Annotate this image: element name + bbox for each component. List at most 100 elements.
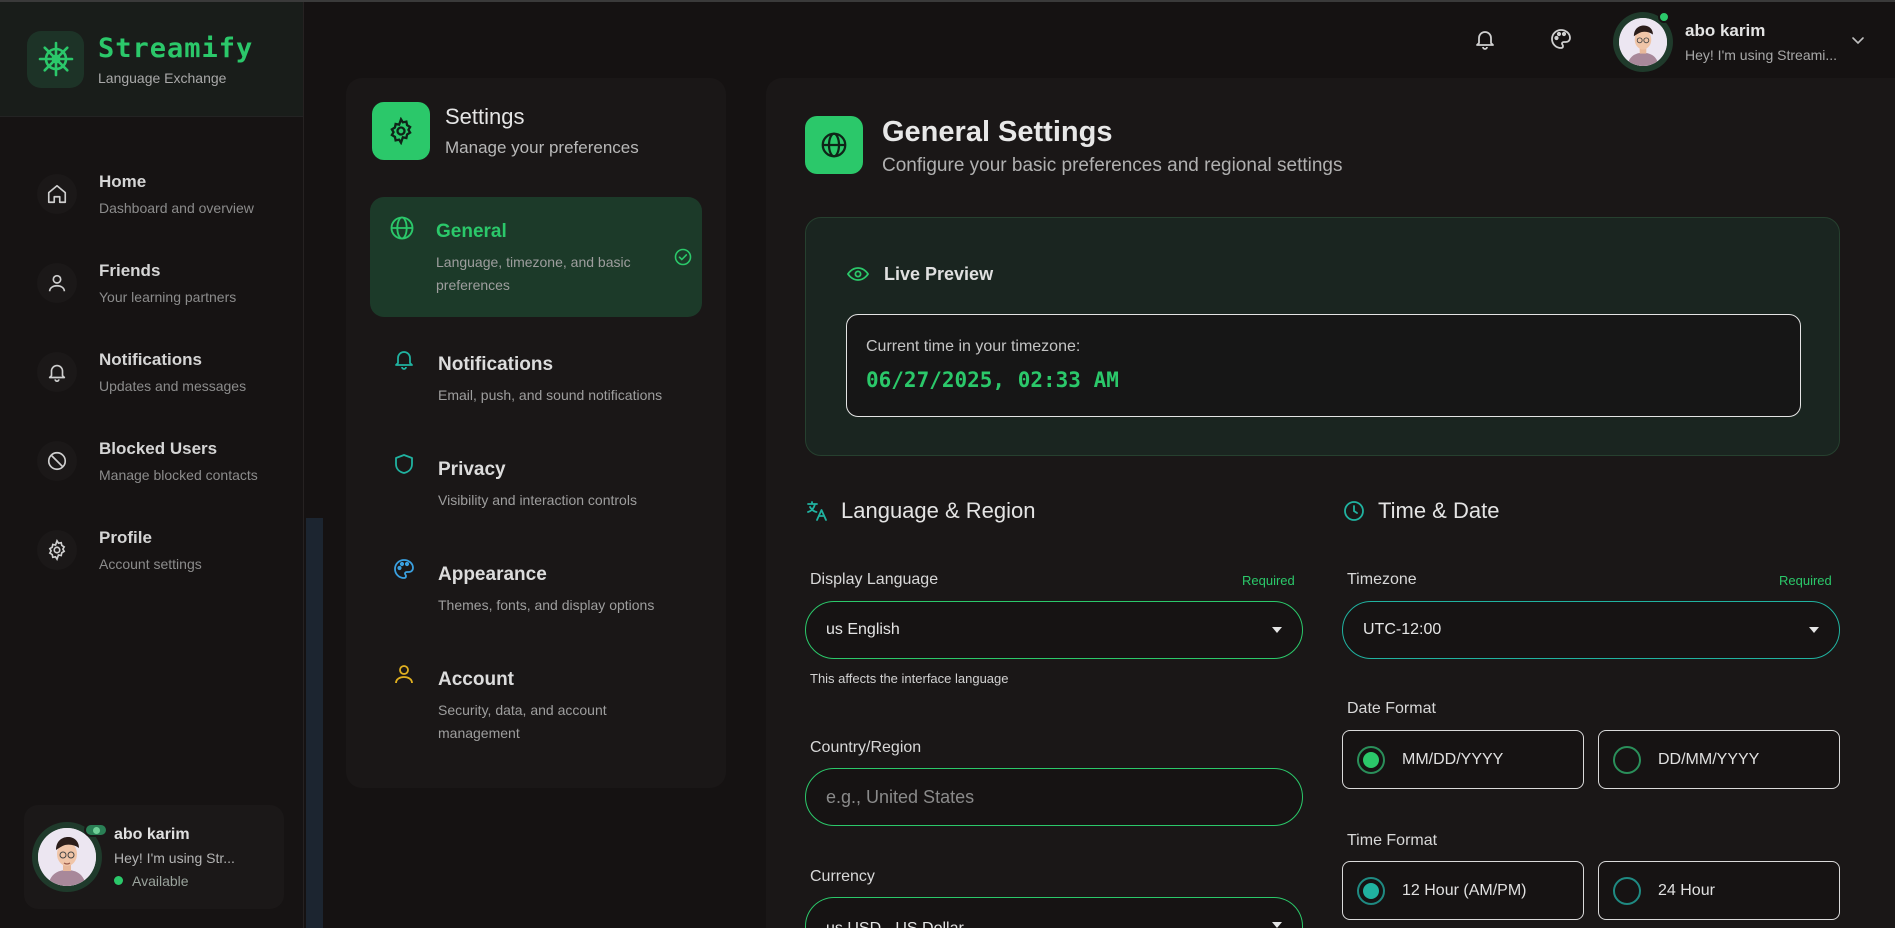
globe-icon: [805, 116, 863, 174]
sidebar-item-home[interactable]: Home Dashboard and overview: [0, 149, 303, 238]
home-icon: [37, 173, 77, 214]
translate-icon: [807, 501, 827, 521]
settings-item-desc: Themes, fonts, and display options: [438, 597, 655, 613]
display-language-select[interactable]: us English: [805, 601, 1303, 659]
sidebar-item-title: Home: [99, 171, 147, 191]
display-language-value: us English: [826, 621, 900, 638]
settings-header: Settings Manage your preferences: [372, 102, 639, 160]
sidebar-item-profile[interactable]: Profile Account settings: [0, 505, 303, 594]
current-time-caption: Current time in your timezone:: [866, 338, 1081, 355]
avatar-image: [1619, 18, 1667, 66]
page-subtitle: Configure your basic preferences and reg…: [882, 155, 1343, 176]
sidebar-item-blocked-users[interactable]: Blocked Users Manage blocked contacts: [0, 416, 303, 505]
sidebar-item-friends[interactable]: Friends Your learning partners: [0, 238, 303, 327]
header-bell-icon[interactable]: [1472, 26, 1498, 52]
sidebar-item-title: Notifications: [99, 349, 202, 369]
required-badge: Required: [1779, 573, 1832, 588]
time-format-option-12h[interactable]: 12 Hour (AM/PM): [1342, 861, 1584, 920]
settings-item-general[interactable]: General Language, timezone, and basic pr…: [370, 197, 702, 317]
radio-unselected: [1613, 745, 1641, 774]
check-circle-icon: [674, 248, 692, 271]
settings-subtitle: Manage your preferences: [445, 138, 639, 157]
timezone-select[interactable]: UTC-12:00: [1342, 601, 1840, 659]
status-dot: [114, 876, 123, 885]
settings-item-desc: Security, data, and account management: [438, 702, 607, 741]
online-indicator: [1658, 11, 1670, 23]
bell-icon: [392, 347, 416, 376]
user-icon: [392, 662, 416, 691]
current-time-box: Current time in your timezone: 06/27/202…: [846, 314, 1801, 417]
sidebar-item-subtitle: Account settings: [99, 555, 202, 572]
time-format-label: Time Format: [1347, 832, 1438, 849]
display-language-hint: This affects the interface language: [810, 671, 1009, 686]
palette-icon[interactable]: [1548, 26, 1574, 52]
gear-icon: [372, 102, 430, 160]
radio-selected: [1357, 876, 1385, 905]
time-date-heading: Time & Date: [1342, 498, 1499, 524]
availability-label: Available: [132, 872, 189, 889]
sidebar-nav: Home Dashboard and overview Friends Your…: [0, 117, 303, 594]
sidebar-item-subtitle: Your learning partners: [99, 288, 237, 305]
currency-label: Currency: [810, 868, 875, 885]
country-region-placeholder: e.g., United States: [826, 786, 975, 807]
currency-select[interactable]: us USD - US Dollar: [805, 897, 1303, 928]
user-status-message: Hey! I'm using Str...: [114, 849, 235, 866]
current-time-value: 06/27/2025, 02:33 AM: [866, 368, 1119, 392]
user-name: abo karim: [114, 825, 190, 843]
language-region-heading: Language & Region: [805, 498, 1036, 524]
live-preview-label: Live Preview: [846, 262, 993, 286]
time-format-option-24h[interactable]: 24 Hour: [1598, 861, 1840, 920]
settings-item-desc: Language, timezone, and basic preference…: [436, 254, 631, 293]
display-language-label: Display Language: [810, 571, 939, 588]
settings-item-notifications[interactable]: Notifications Email, push, and sound not…: [370, 330, 702, 425]
sidebar-item-title: Blocked Users: [99, 438, 218, 458]
brand[interactable]: Streamify Language Exchange: [0, 2, 303, 117]
online-indicator: [84, 823, 108, 837]
currency-value: us USD - US Dollar: [826, 920, 964, 928]
caret-down-icon: [1809, 627, 1819, 633]
gear-icon: [37, 529, 77, 570]
required-badge: Required: [1242, 573, 1295, 588]
sidebar-item-subtitle: Dashboard and overview: [99, 199, 254, 216]
date-format-label: Date Format: [1347, 700, 1436, 717]
sidebar-item-title: Profile: [99, 527, 152, 547]
eye-icon: [846, 267, 870, 281]
date-format-option-mmddyyyy[interactable]: MM/DD/YYYY: [1342, 730, 1584, 789]
radio-label: DD/MM/YYYY: [1658, 750, 1760, 768]
radio-label: 12 Hour (AM/PM): [1402, 881, 1527, 899]
palette-icon: [392, 557, 416, 586]
clock-icon: [1344, 501, 1364, 521]
chevron-down-icon[interactable]: [1850, 32, 1866, 53]
live-preview-card: Live Preview Current time in your timezo…: [805, 217, 1840, 456]
settings-item-privacy[interactable]: Privacy Visibility and interaction contr…: [370, 435, 702, 530]
settings-item-appearance[interactable]: Appearance Themes, fonts, and display op…: [370, 540, 702, 635]
settings-item-title: Appearance: [438, 564, 547, 585]
sidebar-item-subtitle: Updates and messages: [99, 377, 247, 394]
scrollbar-track[interactable]: [306, 518, 323, 928]
sidebar: Streamify Language Exchange Home Dashboa…: [0, 2, 304, 928]
timezone-value: UTC-12:00: [1363, 621, 1442, 638]
radio-label: MM/DD/YYYY: [1402, 750, 1504, 768]
section-title: Language & Region: [841, 498, 1036, 523]
availability-status: Available: [114, 873, 235, 889]
settings-item-title: General: [436, 221, 507, 242]
caret-down-icon: [1272, 627, 1282, 633]
radio-unselected: [1613, 876, 1641, 905]
radio-label: 24 Hour: [1658, 881, 1715, 899]
user-icon: [37, 262, 77, 303]
header-user-menu[interactable]: abo karim Hey! I'm using Streami...: [1613, 11, 1837, 72]
sidebar-user-card[interactable]: abo karim Hey! I'm using Str... Availabl…: [24, 805, 284, 909]
live-preview-text: Live Preview: [884, 263, 994, 284]
country-region-label: Country/Region: [810, 739, 922, 756]
country-region-input[interactable]: e.g., United States: [805, 768, 1303, 826]
sidebar-item-subtitle: Manage blocked contacts: [99, 466, 258, 483]
avatar-image: [38, 828, 96, 886]
sidebar-item-notifications[interactable]: Notifications Updates and messages: [0, 327, 303, 416]
date-format-option-ddmmyyyy[interactable]: DD/MM/YYYY: [1598, 730, 1840, 789]
bell-icon: [37, 351, 77, 392]
avatar: [1613, 11, 1673, 72]
page-title: General Settings: [882, 116, 1113, 148]
settings-item-title: Privacy: [438, 459, 506, 480]
shield-icon: [392, 452, 416, 481]
settings-item-account[interactable]: Account Security, data, and account mana…: [370, 645, 702, 755]
